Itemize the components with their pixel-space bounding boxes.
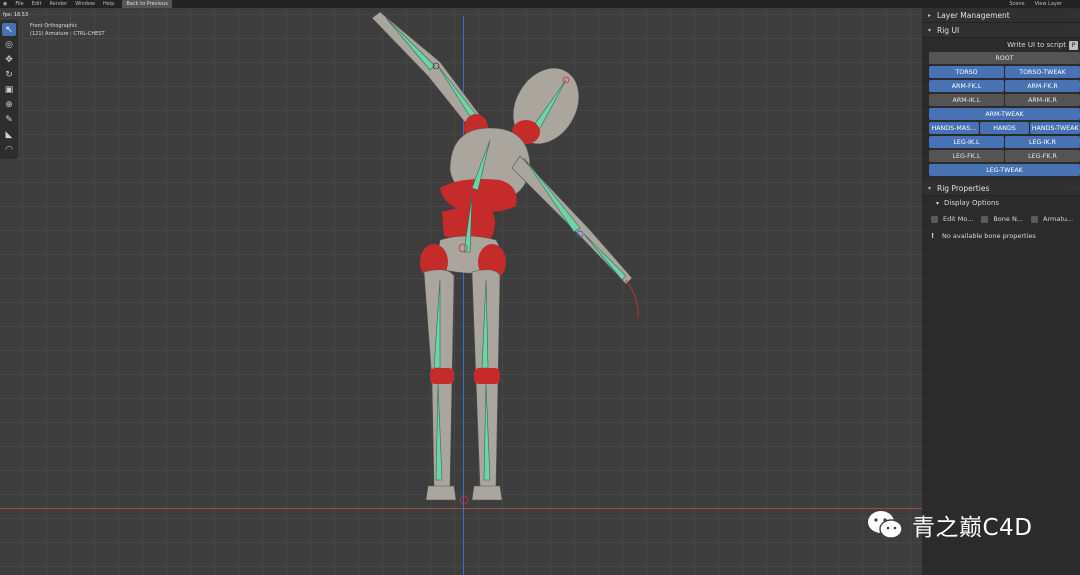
scene-selector[interactable]: Scene [1009, 0, 1024, 8]
armature-figure[interactable] [340, 8, 680, 575]
expand-caret-icon: ▾ [928, 26, 932, 34]
bone-names-option[interactable]: Bone N... [981, 215, 1023, 223]
right-arm[interactable] [511, 155, 639, 319]
right-leg[interactable] [471, 269, 503, 501]
drag-handle-icon[interactable]: ⋯ [1070, 185, 1076, 192]
drag-handle-icon[interactable]: ⋯ [1070, 27, 1076, 34]
armature-label: Armatu... [1043, 215, 1074, 223]
bone-names-label: Bone N... [993, 215, 1024, 223]
3d-viewport[interactable] [0, 8, 922, 575]
wechat-logo-icon [868, 511, 903, 539]
menu-file[interactable]: File [15, 0, 23, 8]
watermark: 青之巅C4D [866, 508, 1032, 542]
display-options-row: Edit Mo... Bone N... Armatu... [922, 210, 1080, 228]
armature-checkbox[interactable] [1031, 215, 1039, 223]
rig-button-row: LEG-TWEAK [929, 164, 1080, 176]
info-icon: ! [931, 232, 935, 240]
rig-layer-button-torso[interactable]: TORSO [929, 66, 1004, 78]
left-leg[interactable] [423, 269, 457, 501]
rig-layer-button-arm-fk-r[interactable]: ARM-FK.R [1005, 80, 1080, 92]
annotate-tool-icon[interactable]: ✎ [2, 113, 16, 126]
scale-tool-icon[interactable]: ▣ [2, 83, 16, 96]
layer-management-header[interactable]: ▸ Layer Management ⋯ [922, 8, 1080, 23]
back-to-previous-button[interactable]: Back to Previous [122, 0, 172, 8]
blender-logo-icon[interactable]: ◉ [3, 0, 7, 8]
display-options-header[interactable]: ▾ Display Options [922, 196, 1080, 210]
cursor-tool-icon[interactable]: ◎ [2, 38, 16, 51]
expand-caret-icon: ▾ [936, 199, 940, 207]
rig-layer-button-torso-tweak[interactable]: TORSO-TWEAK [1005, 66, 1080, 78]
rig-layer-button-hands-mas[interactable]: HANDS-MAS... [929, 122, 979, 134]
rig-layer-button-root[interactable]: ROOT [929, 52, 1080, 64]
rig-button-row: HANDS-MAS... HANDS HANDS-TWEAK [929, 122, 1080, 134]
menu-help[interactable]: Help [103, 0, 114, 8]
rig-layer-button-arm-ik-r[interactable]: ARM-IK.R [1005, 94, 1080, 106]
layer-management-label: Layer Management [937, 10, 1010, 20]
write-ui-button[interactable]: P [1069, 40, 1078, 50]
display-options-label: Display Options [944, 199, 1000, 207]
armature-option[interactable]: Armatu... [1031, 215, 1073, 223]
menu-window[interactable]: Window [75, 0, 95, 8]
rig-button-row: LEG-FK.L LEG-FK.R [929, 150, 1080, 162]
rig-layer-buttons: ROOT TORSO TORSO-TWEAK ARM-FK.L ARM-FK.R ARM-… [922, 52, 1080, 176]
rig-button-row: ROOT [929, 52, 1080, 64]
rig-button-row: LEG-IK.L LEG-IK.R [929, 136, 1080, 148]
rig-button-row: ARM-FK.L ARM-FK.R [929, 80, 1080, 92]
rig-button-row: ARM-IK.L ARM-IK.R [929, 94, 1080, 106]
view-layer-selector[interactable]: View Layer [1035, 0, 1062, 8]
menu-render[interactable]: Render [49, 0, 67, 8]
edit-mode-checkbox[interactable] [931, 215, 938, 223]
rig-ui-label: Rig UI [937, 25, 960, 35]
menu-edit[interactable]: Edit [32, 0, 42, 8]
measure-tool-icon[interactable]: ◣ [2, 128, 16, 141]
no-bone-properties-text: No available bone properties [942, 232, 1036, 240]
rig-layer-button-leg-tweak[interactable]: LEG-TWEAK [929, 164, 1080, 176]
rig-layer-button-leg-ik-l[interactable]: LEG-IK.L [929, 136, 1004, 148]
rig-ui-header[interactable]: ▾ Rig UI ⋯ [922, 23, 1080, 38]
transform-tool-icon[interactable]: ⊕ [2, 98, 16, 111]
viewport-info: Front Orthographic (121) Armature : CTRL… [30, 22, 105, 38]
rig-button-row: TORSO TORSO-TWEAK [929, 66, 1080, 78]
bone-names-checkbox[interactable] [981, 215, 989, 223]
rig-layer-button-leg-fk-r[interactable]: LEG-FK.R [1005, 150, 1080, 162]
view-name: Front Orthographic [30, 23, 78, 29]
active-object-info: (121) Armature : CTRL-CHEST [30, 31, 105, 37]
drag-handle-icon[interactable]: ⋯ [1070, 12, 1076, 19]
collapse-caret-icon: ▸ [928, 11, 932, 19]
top-menu-bar: ◉ File Edit Render Window Help Back to P… [0, 0, 1080, 8]
expand-caret-icon: ▾ [928, 184, 932, 192]
rig-layer-button-leg-ik-r[interactable]: LEG-IK.R [1005, 136, 1080, 148]
edit-mode-option[interactable]: Edit Mo... [931, 215, 973, 223]
rotate-tool-icon[interactable]: ↻ [2, 68, 16, 81]
rig-properties-header[interactable]: ▾ Rig Properties ⋯ [922, 181, 1080, 196]
rig-layer-button-hands-tweak[interactable]: HANDS-TWEAK [1030, 122, 1080, 134]
bone-properties-info: ! No available bone properties [922, 228, 1080, 244]
edit-mode-label: Edit Mo... [943, 215, 974, 223]
write-ui-label: Write UI to script [1007, 41, 1066, 49]
scene-controls: Scene View Layer [1009, 0, 1080, 8]
rig-layer-button-arm-tweak[interactable]: ARM-TWEAK [929, 108, 1080, 120]
sidebar-panel: ▸ Layer Management ⋯ ▾ Rig UI ⋯ Write UI… [922, 8, 1080, 575]
rig-layer-button-arm-ik-l[interactable]: ARM-IK.L [929, 94, 1004, 106]
rig-properties-label: Rig Properties [937, 183, 990, 193]
tool-shelf: ↖ ◎ ✥ ↻ ▣ ⊕ ✎ ◣ ◠ [0, 20, 18, 159]
write-ui-row: Write UI to script P [922, 38, 1080, 52]
rig-button-row: ARM-TWEAK [929, 108, 1080, 120]
roll-tool-icon[interactable]: ◠ [2, 143, 16, 156]
move-tool-icon[interactable]: ✥ [2, 53, 16, 66]
watermark-text: 青之巅C4D [912, 515, 1033, 541]
rig-layer-button-hands[interactable]: HANDS [979, 122, 1030, 134]
rig-layer-button-arm-fk-l[interactable]: ARM-FK.L [929, 80, 1004, 92]
rig-layer-button-leg-fk-l[interactable]: LEG-FK.L [929, 150, 1004, 162]
fps-readout: fps: 18.53 [3, 12, 29, 18]
select-tool-icon[interactable]: ↖ [2, 23, 16, 36]
